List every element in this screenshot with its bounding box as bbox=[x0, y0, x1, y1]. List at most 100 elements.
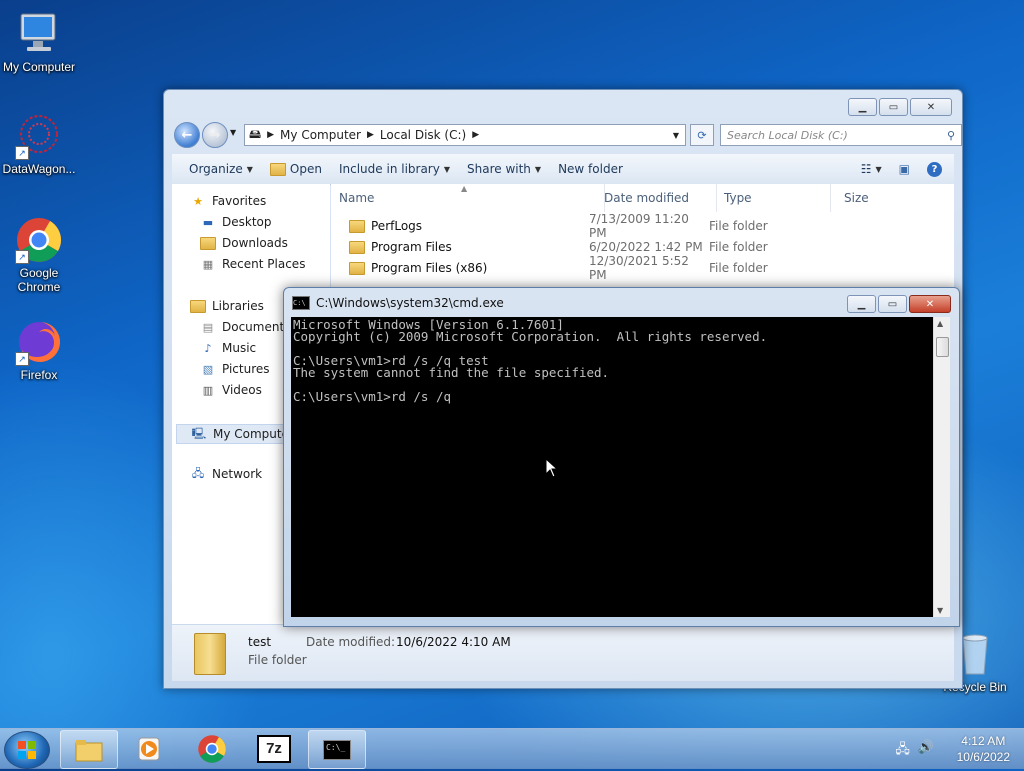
organize-label: Organize bbox=[189, 162, 243, 176]
volume-icon[interactable]: 🔊 bbox=[918, 740, 934, 762]
cmd-window[interactable]: C:\ C:\Windows\system32\cmd.exe ▁ ▭ ✕ Mi… bbox=[283, 287, 960, 627]
chevron-down-icon: ▼ bbox=[875, 164, 882, 174]
breadcrumb-separator-icon: ▶ bbox=[267, 130, 275, 140]
file-date: 6/20/2022 1:42 PM bbox=[589, 240, 703, 254]
selected-item-type: File folder bbox=[248, 653, 307, 667]
nav-network[interactable]: 🖧 Network bbox=[190, 467, 263, 482]
column-header-type[interactable]: Type bbox=[716, 184, 831, 212]
nav-favorites[interactable]: ★ Favorites bbox=[190, 194, 266, 208]
taskbar-explorer-button[interactable] bbox=[60, 730, 118, 769]
desktop-icon-chrome[interactable]: ↗ Google Chrome bbox=[0, 216, 79, 294]
documents-icon: ▤ bbox=[202, 320, 214, 334]
firefox-icon: ↗ bbox=[15, 318, 63, 366]
taskbar-chrome-button[interactable] bbox=[184, 730, 240, 767]
nav-pictures[interactable]: ▧ Pictures bbox=[200, 362, 270, 376]
nav-label: My Computer bbox=[213, 427, 294, 441]
column-label: Size bbox=[844, 191, 869, 205]
column-header-date-modified[interactable]: Date modified bbox=[596, 184, 717, 212]
nav-documents[interactable]: ▤ Documents bbox=[200, 320, 291, 334]
include-in-library-button[interactable]: Include in library ▼ bbox=[339, 162, 450, 176]
nav-libraries[interactable]: Libraries bbox=[190, 299, 264, 313]
vertical-scrollbar[interactable]: ▲ ▼ bbox=[933, 317, 950, 617]
clock-time: 4:12 AM bbox=[961, 734, 1006, 748]
taskbar-cmd-button[interactable]: C:\_ bbox=[308, 730, 366, 769]
search-box[interactable]: Search Local Disk (C:) ⚲ bbox=[720, 124, 962, 146]
maximize-button[interactable]: ▭ bbox=[879, 98, 908, 116]
cmd-title: C:\Windows\system32\cmd.exe bbox=[316, 296, 504, 310]
maximize-button[interactable]: ▭ bbox=[878, 295, 907, 313]
close-button[interactable]: ✕ bbox=[909, 295, 951, 313]
breadcrumb-separator-icon: ▶ bbox=[366, 130, 374, 140]
nav-label: Pictures bbox=[222, 362, 270, 376]
explorer-folder-icon bbox=[75, 739, 103, 761]
open-button[interactable]: Open bbox=[269, 162, 322, 176]
help-button[interactable]: ? bbox=[927, 161, 942, 177]
nav-label: Music bbox=[222, 341, 257, 355]
scrollbar-thumb[interactable] bbox=[936, 337, 949, 357]
minimize-button[interactable]: ▁ bbox=[848, 98, 877, 116]
desktop-icon-label: Firefox bbox=[20, 368, 58, 382]
column-header-size[interactable]: Size bbox=[836, 184, 934, 212]
refresh-button[interactable]: ⟳ bbox=[690, 124, 714, 146]
taskbar-media-player-button[interactable] bbox=[122, 730, 178, 767]
start-button[interactable] bbox=[4, 731, 50, 769]
shortcut-arrow-icon: ↗ bbox=[15, 250, 29, 264]
file-type: File folder bbox=[709, 219, 768, 233]
cmd-icon: C:\_ bbox=[323, 739, 351, 760]
scroll-up-icon[interactable]: ▲ bbox=[937, 319, 943, 328]
preview-pane-button[interactable]: ▣ bbox=[899, 162, 910, 176]
breadcrumb-local-disk[interactable]: Local Disk (C:) bbox=[380, 128, 466, 142]
back-button[interactable]: ← bbox=[174, 122, 200, 148]
forward-button[interactable]: → bbox=[202, 122, 228, 148]
sort-ascending-icon: ▲ bbox=[461, 184, 468, 193]
table-row[interactable]: Program Files 6/20/2022 1:42 PM File fol… bbox=[349, 237, 819, 257]
organize-button[interactable]: Organize ▼ bbox=[189, 162, 253, 176]
media-player-icon bbox=[138, 737, 160, 760]
close-icon: ✕ bbox=[925, 298, 935, 310]
table-row[interactable]: PerfLogs 7/13/2009 11:20 PM File folder bbox=[349, 212, 819, 240]
view-options-button[interactable]: ☷ ▼ bbox=[861, 162, 882, 176]
share-with-button[interactable]: Share with ▼ bbox=[467, 162, 541, 176]
scroll-down-icon[interactable]: ▼ bbox=[937, 606, 943, 615]
close-button[interactable]: ✕ bbox=[910, 98, 952, 116]
file-type: File folder bbox=[709, 240, 768, 254]
address-dropdown-icon[interactable]: ▼ bbox=[673, 131, 679, 140]
nav-recent-places[interactable]: ▦ Recent Places bbox=[200, 257, 306, 271]
breadcrumb-my-computer[interactable]: My Computer bbox=[280, 128, 361, 142]
nav-music[interactable]: ♪ Music bbox=[200, 341, 256, 355]
computer-icon bbox=[15, 10, 63, 58]
address-row: ← → ▼ 🖴 ▶ My Computer ▶ Local Disk (C:) … bbox=[172, 122, 962, 148]
taskbar-7zip-button[interactable]: 7z bbox=[246, 730, 302, 767]
desktop-icon-firefox[interactable]: ↗ Firefox bbox=[0, 318, 79, 382]
recent-places-icon: ▦ bbox=[202, 257, 214, 271]
nav-videos[interactable]: ▥ Videos bbox=[200, 383, 262, 397]
selected-item-name: test bbox=[248, 635, 272, 649]
clock[interactable]: 4:12 AM 10/6/2022 bbox=[957, 733, 1010, 765]
help-icon: ? bbox=[927, 161, 942, 177]
column-header-name[interactable]: Name bbox=[331, 184, 605, 212]
pictures-icon: ▧ bbox=[202, 362, 214, 376]
table-row[interactable]: Program Files (x86) 12/30/2021 5:52 PM F… bbox=[349, 254, 819, 282]
libraries-icon bbox=[190, 299, 206, 313]
forward-arrow-icon: → bbox=[209, 127, 221, 143]
address-bar[interactable]: 🖴 ▶ My Computer ▶ Local Disk (C:) ▶ ▼ bbox=[244, 124, 686, 146]
network-status-icon[interactable]: 🖧 bbox=[895, 740, 910, 762]
console-output[interactable]: Microsoft Windows [Version 6.1.7601] Copy… bbox=[291, 317, 933, 617]
minimize-button[interactable]: ▁ bbox=[847, 295, 876, 313]
new-folder-button[interactable]: New folder bbox=[558, 162, 623, 176]
folder-large-icon bbox=[194, 633, 226, 675]
windows-logo-icon bbox=[18, 741, 36, 759]
drive-icon: 🖴 bbox=[249, 126, 262, 141]
desktop-icon-my-computer[interactable]: My Computer bbox=[0, 10, 79, 74]
breadcrumb-separator-icon: ▶ bbox=[472, 130, 480, 140]
nav-desktop[interactable]: ▬ Desktop bbox=[200, 215, 272, 229]
recent-pages-chevron-icon[interactable]: ▼ bbox=[230, 128, 236, 137]
nav-label: Network bbox=[212, 467, 263, 481]
chevron-down-icon: ▼ bbox=[246, 164, 253, 174]
column-label: Name bbox=[339, 191, 375, 205]
file-date: 7/13/2009 11:20 PM bbox=[589, 212, 689, 240]
window-controls: ▁ ▭ ✕ bbox=[847, 295, 951, 313]
nav-label: Documents bbox=[222, 320, 291, 334]
nav-downloads[interactable]: Downloads bbox=[200, 236, 288, 250]
desktop-icon-datawagon[interactable]: ↗ DataWagon... bbox=[0, 112, 79, 176]
